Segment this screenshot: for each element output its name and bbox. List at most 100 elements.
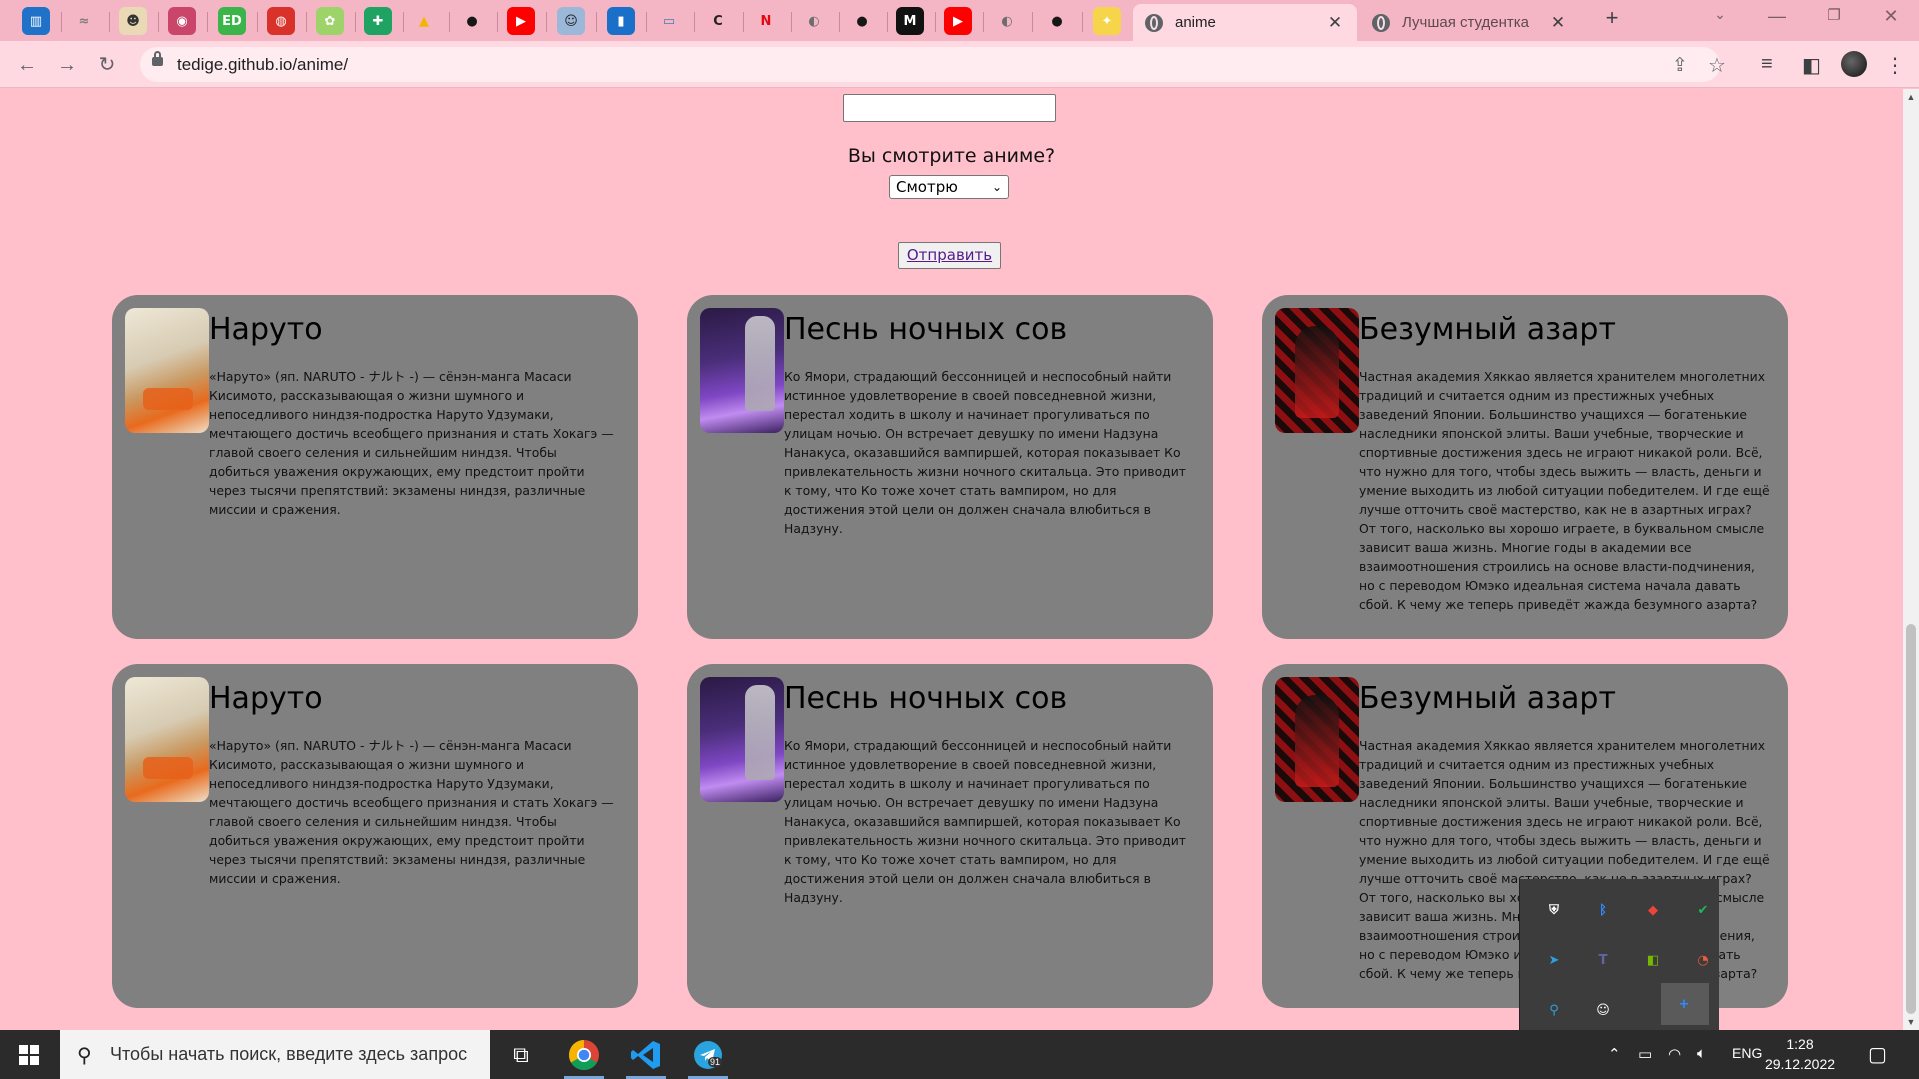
github-icon[interactable]: ● [848, 7, 876, 35]
netflix-icon[interactable]: N [752, 7, 780, 35]
add-icon[interactable]: + [1672, 992, 1696, 1016]
tab-separator [61, 12, 62, 32]
bluetooth-icon[interactable]: ᛒ [1591, 898, 1615, 922]
battery-icon[interactable]: ▭ [1638, 1045, 1652, 1063]
lock-icon [152, 51, 163, 66]
avatar[interactable] [1841, 51, 1867, 77]
back-arrow-icon[interactable]: ← [13, 51, 41, 79]
share-icon[interactable]: ⇪ [1672, 54, 1688, 77]
anime-poster-image [700, 677, 784, 802]
bookmark-star-icon[interactable]: ☆ [1708, 53, 1726, 78]
tab-separator [403, 12, 404, 32]
tab-separator [355, 12, 356, 32]
anime-poster-image [1275, 677, 1359, 802]
forward-arrow-icon[interactable]: → [53, 51, 81, 79]
vscode-icon[interactable] [630, 1039, 662, 1071]
shikimori-icon[interactable]: ◉ [168, 7, 196, 35]
code-icon[interactable]: C [704, 7, 732, 35]
side-panel-icon[interactable]: ◧ [1802, 53, 1821, 78]
clock[interactable]: 1:28 29.12.2022 [1755, 1034, 1845, 1074]
show-hidden-icons-chevron-icon[interactable]: ⌃ [1608, 1045, 1621, 1063]
scrollbar[interactable]: ▲ ▼ [1903, 89, 1919, 1030]
anime-title: Наруто [209, 312, 323, 347]
tab-title: Лучшая студентка [1402, 14, 1530, 31]
restore-icon[interactable]: ❐ [1819, 6, 1849, 24]
notifications-icon[interactable]: ▢ [1868, 1042, 1887, 1067]
anime-face-icon[interactable]: ☻ [119, 7, 147, 35]
close-window-icon[interactable]: ✕ [1876, 6, 1906, 27]
youtube-icon[interactable]: ▶ [944, 7, 972, 35]
anime-title: Песнь ночных сов [784, 312, 1068, 347]
minimize-icon[interactable]: — [1762, 6, 1792, 27]
wifi-icon[interactable]: ◠ [1668, 1045, 1681, 1063]
globe-icon[interactable]: ◐ [993, 7, 1021, 35]
globe-icon [1145, 13, 1163, 32]
star-badge-icon[interactable]: ✦ [1093, 7, 1121, 35]
tab-separator [791, 12, 792, 32]
taskbar-search[interactable]: ⚲ Чтобы начать поиск, введите здесь запр… [60, 1030, 490, 1079]
discord-icon[interactable]: ☺ [1591, 998, 1615, 1022]
close-tab-icon[interactable]: ✕ [1548, 13, 1568, 33]
new-tab-button[interactable]: + [1597, 5, 1627, 31]
drive-icon[interactable]: ▲ [410, 7, 438, 35]
notes-icon[interactable]: ≈ [70, 7, 98, 35]
open-book-icon[interactable]: ▭ [655, 7, 683, 35]
close-tab-icon[interactable]: ✕ [1325, 13, 1345, 33]
sheets-icon[interactable]: ✚ [364, 7, 392, 35]
manga-icon[interactable]: ☺ [557, 7, 585, 35]
tab-separator [1082, 12, 1083, 32]
tab-separator [694, 12, 695, 32]
globe-icon [1372, 13, 1390, 32]
github-icon[interactable]: ● [1043, 7, 1071, 35]
chevron-down-icon: ⌄ [991, 180, 1002, 194]
youtube-icon[interactable]: ▶ [507, 7, 535, 35]
nvidia-icon[interactable]: ◧ [1641, 948, 1665, 972]
book-icon[interactable]: ▮ [607, 7, 635, 35]
telegram-icon[interactable]: 91 [692, 1039, 724, 1071]
tab-separator [306, 12, 307, 32]
anime-description: Частная академия Хяккао является храните… [1359, 369, 1770, 612]
tab-search-icon[interactable]: ⌄ [1705, 6, 1735, 23]
ed-icon[interactable]: ED [218, 7, 246, 35]
teams-icon[interactable]: T [1591, 948, 1615, 972]
name-input[interactable] [843, 94, 1056, 122]
menu-dots-icon[interactable]: ⋮ [1885, 53, 1905, 78]
vpn-icon[interactable]: ◔ [1691, 948, 1715, 972]
submit-button[interactable]: Отправить [898, 242, 1001, 269]
tab-best-student[interactable]: Лучшая студентка ✕ [1360, 4, 1580, 41]
tab-separator [887, 12, 888, 32]
tab-anime[interactable]: anime ✕ [1133, 4, 1357, 41]
reading-list-icon[interactable]: ≡ [1761, 53, 1773, 76]
task-view-icon[interactable]: ⧉ [505, 1039, 537, 1071]
anydesk-icon[interactable]: ◆ [1641, 898, 1665, 922]
tab-separator [158, 12, 159, 32]
tray-overflow-popup: ⛨ ᛒ ◆ ✔ ➤ T ◧ ◔ ⚲ ☺ + [1519, 879, 1719, 1030]
trello-icon[interactable]: ▥ [22, 7, 50, 35]
telegram-icon[interactable]: ➤ [1542, 948, 1566, 972]
scroll-down-icon[interactable]: ▼ [1903, 1014, 1919, 1030]
scrollbar-thumb[interactable] [1906, 624, 1916, 1014]
globe-icon[interactable]: ◐ [800, 7, 828, 35]
chrome-icon[interactable] [568, 1039, 600, 1071]
adblock-icon[interactable]: ◍ [267, 7, 295, 35]
watch-select[interactable]: Смотрю ⌄ [889, 175, 1009, 199]
tab-separator [646, 12, 647, 32]
github-icon[interactable]: ● [458, 7, 486, 35]
cartoon-icon[interactable]: ✿ [316, 7, 344, 35]
anime-card: Песнь ночных сов Ко Ямори, страдающий бес… [687, 295, 1213, 639]
url-text: tedige.github.io/anime/ [177, 55, 349, 74]
defender-check-icon[interactable]: ✔ [1691, 898, 1715, 922]
windows-start-icon[interactable] [19, 1045, 39, 1065]
tab-separator [449, 12, 450, 32]
tab-separator [207, 12, 208, 32]
address-bar[interactable]: tedige.github.io/anime/ ⇪ ☆ [140, 47, 1726, 82]
tab-separator [257, 12, 258, 32]
location-pin-icon[interactable]: ⚲ [1542, 998, 1566, 1022]
security-shield-icon[interactable]: ⛨ [1542, 898, 1566, 922]
volume-icon[interactable]: 🔈︎ [1697, 1045, 1706, 1062]
scroll-up-icon[interactable]: ▲ [1903, 89, 1919, 105]
reload-icon[interactable]: ↻ [93, 51, 121, 79]
anime-question: Вы смотрите аниме? [847, 145, 1056, 167]
tab-separator [596, 12, 597, 32]
medium-icon[interactable]: M [896, 7, 924, 35]
